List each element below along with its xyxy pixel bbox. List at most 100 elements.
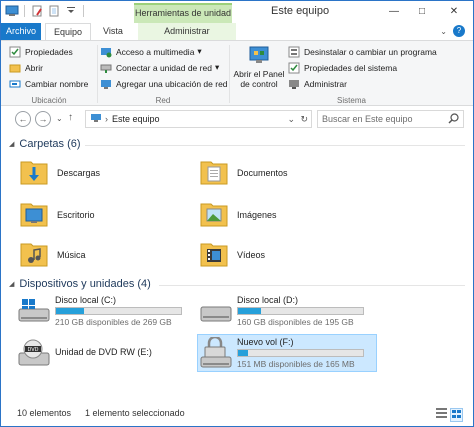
address-text: Este equipo <box>112 114 160 124</box>
desktop-folder-icon <box>19 198 49 232</box>
drive-usage-fill <box>56 308 84 314</box>
qat-separator <box>24 5 25 17</box>
folder-item-musica[interactable]: Música <box>19 238 86 272</box>
computer-icon <box>5 4 19 18</box>
windows-drive-icon <box>17 297 51 327</box>
large-icons-view-icon[interactable] <box>450 408 463 422</box>
svg-text:DVD: DVD <box>27 347 38 353</box>
administrar-label: Administrar <box>304 78 347 89</box>
manage-computer-icon <box>288 78 300 90</box>
address-bar[interactable]: › Este equipo ⌄ ↻ <box>85 110 312 128</box>
bitlocker-drive-icon <box>199 335 233 371</box>
properties-icon[interactable] <box>30 4 44 18</box>
tab-archivo[interactable]: Archivo <box>1 23 41 40</box>
forward-button[interactable]: → <box>35 111 51 127</box>
conectar-unidad-label: Conectar a unidad de red <box>116 62 212 73</box>
rename-icon <box>9 78 21 90</box>
chevron-down-icon[interactable] <box>64 4 78 18</box>
up-arrow-icon[interactable]: ↑ <box>68 112 73 123</box>
group-label-red: Red <box>155 96 171 105</box>
drive-usage-bar <box>237 349 364 357</box>
drive-item-f[interactable]: Nuevo vol (F:) 151 MB disponibles de 165… <box>199 335 374 371</box>
folder-label: Música <box>57 250 86 260</box>
open-folder-icon <box>9 62 21 74</box>
group-label-ubicacion: Ubicación <box>31 96 67 105</box>
folders-section-header[interactable]: ◢ Carpetas (6) <box>9 138 81 150</box>
drives-header-label: Dispositivos y unidades (4) <box>19 278 151 290</box>
network-drive-icon <box>100 62 112 74</box>
new-folder-icon[interactable] <box>47 4 61 18</box>
minimize-button[interactable]: — <box>381 1 407 21</box>
ribbon-tabs: Archivo Equipo Vista Administrar ⌄ ? <box>1 23 473 40</box>
refresh-icon[interactable]: ↻ <box>300 114 308 125</box>
tab-equipo[interactable]: Equipo <box>45 23 92 40</box>
drive-name: Disco local (D:) <box>237 295 299 305</box>
maximize-button[interactable]: □ <box>409 1 435 21</box>
abrir-button[interactable]: Abrir <box>9 61 43 74</box>
group-red: Acceso a multimedia ▾ Conectar a unidad … <box>98 41 228 107</box>
downloads-folder-icon <box>19 156 49 190</box>
collapse-chevron-icon[interactable]: ◢ <box>9 280 14 288</box>
help-icon[interactable]: ? <box>453 25 465 37</box>
propiedades-button[interactable]: Propiedades <box>9 45 73 58</box>
agregar-ubicacion-button[interactable]: Agregar una ubicación de red <box>100 77 228 90</box>
status-item-count: 10 elementos <box>17 408 72 418</box>
folder-label: Descargas <box>57 168 101 178</box>
drive-free-space: 210 GB disponibles de 269 GB <box>55 317 172 327</box>
section-divider <box>85 145 465 146</box>
search-input[interactable]: Buscar en Este equipo <box>317 110 464 128</box>
folder-label: Imágenes <box>237 210 277 220</box>
details-view-icon[interactable] <box>436 408 447 420</box>
folder-label: Escritorio <box>57 210 95 220</box>
documents-folder-icon <box>199 156 229 190</box>
context-tab-drive-tools: Herramientas de unidad <box>134 3 232 23</box>
arrow-right-icon: → <box>38 114 48 124</box>
drive-item-e[interactable]: DVD Unidad de DVD RW (E:) <box>17 337 192 371</box>
folder-item-descargas[interactable]: Descargas <box>19 156 100 190</box>
group-label-sistema: Sistema <box>337 96 366 105</box>
ribbon-panel: Propiedades Abrir Cambiar nombre Ubicaci… <box>1 40 473 106</box>
folder-label: Vídeos <box>237 250 266 260</box>
back-button[interactable]: ← <box>15 111 31 127</box>
drive-name: Nuevo vol (F:) <box>237 337 294 347</box>
drive-item-c[interactable]: Disco local (C:) 210 GB disponibles de 2… <box>17 295 192 329</box>
hard-drive-icon <box>199 301 233 327</box>
search-icon[interactable] <box>448 113 459 126</box>
drive-usage-bar <box>55 307 182 315</box>
tab-administrar[interactable]: Administrar <box>137 23 236 40</box>
abrir-panel-label-2: de control <box>240 79 278 89</box>
folders-header-label: Carpetas (6) <box>19 138 81 150</box>
add-network-location-icon <box>100 78 112 90</box>
tab-vista[interactable]: Vista <box>95 23 131 40</box>
folder-item-videos[interactable]: Vídeos <box>199 238 265 272</box>
control-panel-icon <box>248 45 270 67</box>
close-button[interactable]: ✕ <box>441 1 467 21</box>
drive-usage-bar <box>237 307 364 315</box>
chevron-down-icon[interactable]: ⌄ <box>287 114 295 125</box>
folder-item-imagenes[interactable]: Imágenes <box>199 198 277 232</box>
propiedades-sistema-label: Propiedades del sistema <box>304 62 398 73</box>
propiedades-sistema-button[interactable]: Propiedades del sistema <box>288 61 397 74</box>
desinstalar-button[interactable]: Desinstalar o cambiar un programa <box>288 45 437 58</box>
collapse-chevron-icon[interactable]: ◢ <box>9 140 14 148</box>
drive-name: Unidad de DVD RW (E:) <box>55 347 152 357</box>
folder-item-escritorio[interactable]: Escritorio <box>19 198 95 232</box>
acceso-multimedia-button[interactable]: Acceso a multimedia ▾ <box>100 45 202 58</box>
recent-locations-chevron-icon[interactable]: ⌄ <box>56 114 63 123</box>
explorer-window: Herramientas de unidad Este equipo — □ ✕… <box>0 0 474 427</box>
music-folder-icon <box>19 238 49 272</box>
abrir-panel-control-button[interactable]: Abrir el Panel de control <box>232 45 286 89</box>
desinstalar-label: Desinstalar o cambiar un programa <box>304 46 437 57</box>
drives-section-header[interactable]: ◢ Dispositivos y unidades (4) <box>9 278 151 290</box>
check-properties-icon <box>9 46 21 58</box>
administrar-button[interactable]: Administrar <box>288 77 347 90</box>
drive-usage-fill <box>238 350 248 356</box>
cambiar-nombre-button[interactable]: Cambiar nombre <box>9 77 88 90</box>
media-access-icon <box>100 46 112 58</box>
folder-item-documentos[interactable]: Documentos <box>199 156 288 190</box>
chevron-down-icon[interactable]: ⌄ <box>440 27 447 36</box>
status-bar: 10 elementos 1 elemento seleccionado <box>1 400 473 426</box>
drive-item-d[interactable]: Disco local (D:) 160 GB disponibles de 1… <box>199 295 374 329</box>
uninstall-icon <box>288 46 300 58</box>
conectar-unidad-button[interactable]: Conectar a unidad de red ▾ <box>100 61 219 74</box>
